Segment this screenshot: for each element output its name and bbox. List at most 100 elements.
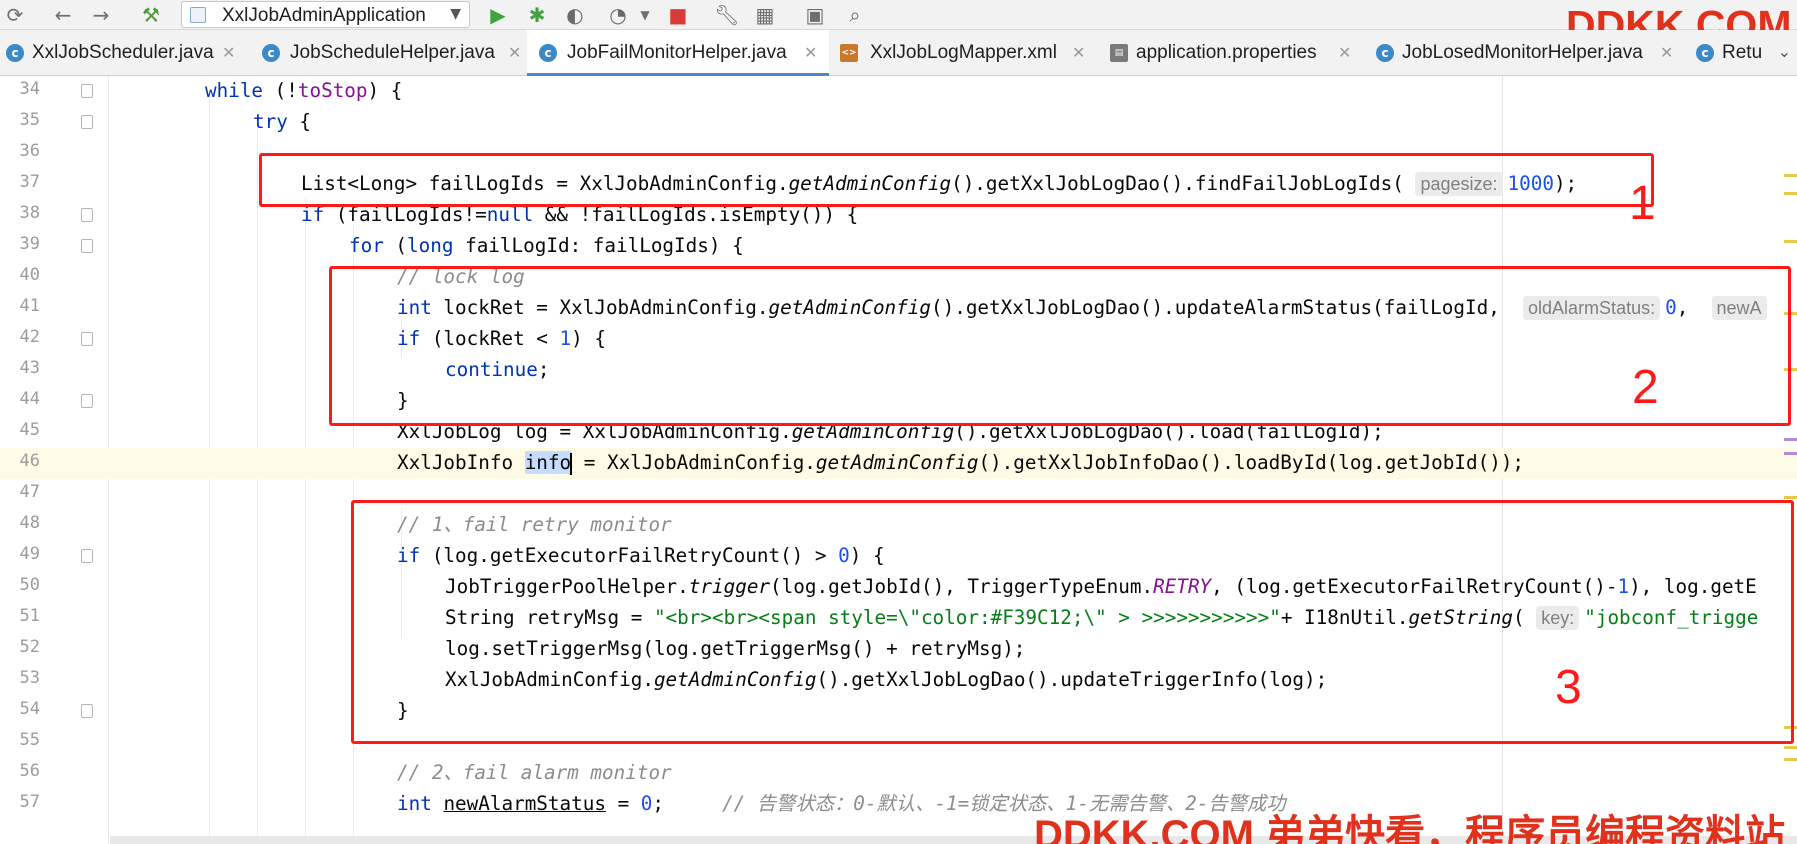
line-number: 41 — [19, 296, 40, 316]
annotation-number-1: 1 — [1629, 177, 1656, 230]
tab-application-properties[interactable]: ▤ application.properties ✕ — [1108, 30, 1364, 75]
code-text: XxlJobInfo info = XxlJobAdminConfig.getA… — [397, 451, 1525, 475]
watermark-bottom: DDKK.COM 弟弟快看，程序员编程资料站 — [1034, 813, 1786, 844]
annotation-number-3: 3 — [1555, 661, 1582, 714]
tab-label: XxlJobScheduler.java — [32, 42, 214, 63]
line-number: 47 — [19, 482, 40, 502]
tab-label: JobScheduleHelper.java — [290, 42, 495, 63]
code-line: 56 // 2、fail alarm monitor — [0, 758, 1797, 789]
close-icon[interactable]: ✕ — [508, 43, 521, 62]
stripe-mark[interactable] — [1784, 746, 1797, 749]
application-icon — [190, 7, 206, 23]
profile-icon[interactable]: ◔ — [605, 3, 631, 27]
tab-jobschedulehelper[interactable]: c JobScheduleHelper.java ✕ — [256, 30, 521, 75]
code-text: try { — [253, 110, 312, 133]
line-number: 46 — [19, 451, 40, 471]
fold-marker-icon[interactable] — [81, 549, 93, 563]
tab-jobfailmonitorhelper[interactable]: c JobFailMonitorHelper.java ✕ — [527, 30, 829, 76]
line-number: 54 — [19, 699, 40, 719]
code-comment: // 2、fail alarm monitor — [397, 761, 672, 784]
line-number: 34 — [19, 79, 40, 99]
project-structure-icon[interactable]: ▦ — [752, 3, 778, 27]
code-text: while (!toStop) { — [205, 79, 403, 102]
search-icon[interactable]: ⌕ — [842, 3, 868, 27]
line-number: 39 — [19, 234, 40, 254]
class-icon: c — [262, 44, 280, 62]
line-number: 56 — [19, 761, 40, 781]
class-icon: c — [6, 44, 24, 62]
properties-icon: ▤ — [1110, 44, 1128, 62]
settings-wrench-icon[interactable]: 🔧︎ — [714, 3, 740, 27]
close-icon[interactable]: ✕ — [222, 43, 235, 62]
line-number: 52 — [19, 637, 40, 657]
build-hammer-icon[interactable]: ⚒ — [138, 3, 164, 27]
annotation-box-2 — [329, 266, 1791, 426]
line-number: 35 — [19, 110, 40, 130]
stripe-mark[interactable] — [1784, 174, 1797, 177]
fold-marker-icon[interactable] — [81, 704, 93, 718]
line-number: 50 — [19, 575, 40, 595]
line-number: 44 — [19, 389, 40, 409]
close-icon[interactable]: ✕ — [1660, 43, 1673, 62]
line-number: 40 — [19, 265, 40, 285]
close-icon[interactable]: ✕ — [1072, 43, 1085, 62]
stripe-mark[interactable] — [1784, 438, 1797, 441]
editor-tab-bar: c XxlJobScheduler.java ✕ c JobScheduleHe… — [0, 30, 1797, 76]
tab-label: JobLosedMonitorHelper.java — [1402, 42, 1643, 63]
code-line: 35 try { — [0, 107, 1797, 138]
tab-xxljobscheduler[interactable]: c XxlJobScheduler.java ✕ — [0, 30, 242, 75]
sync-icon[interactable]: ⟳ — [2, 3, 28, 27]
code-line: 39 for (long failLogId: failLogIds) { — [0, 231, 1797, 262]
class-icon: c — [1376, 44, 1394, 62]
close-icon[interactable]: ✕ — [804, 43, 817, 62]
run-icon[interactable]: ▶ — [485, 3, 511, 27]
back-arrow-icon[interactable]: ← — [50, 3, 76, 27]
class-icon: c — [539, 44, 557, 62]
forward-arrow-icon[interactable]: → — [88, 3, 114, 27]
annotation-box-1 — [259, 153, 1654, 207]
run-configuration-label: XxlJobAdminApplication — [222, 5, 426, 26]
fold-marker-icon[interactable] — [81, 239, 93, 253]
tab-xxljoblogmapper[interactable]: <> XxlJobLogMapper.xml ✕ — [838, 30, 1090, 75]
line-number: 42 — [19, 327, 40, 347]
stripe-mark[interactable] — [1784, 758, 1797, 761]
line-number: 37 — [19, 172, 40, 192]
stripe-mark[interactable] — [1784, 192, 1797, 195]
line-number: 51 — [19, 606, 40, 626]
code-line: 34 while (!toStop) { — [0, 76, 1797, 107]
fold-marker-icon[interactable] — [81, 208, 93, 222]
chevron-down-icon[interactable]: ▼ — [632, 3, 658, 27]
fold-marker-icon[interactable] — [81, 394, 93, 408]
tab-label: application.properties — [1136, 42, 1317, 63]
annotation-number-2: 2 — [1632, 361, 1659, 414]
code-line-current: 46 XxlJobInfo info = XxlJobAdminConfig.g… — [0, 448, 1797, 479]
close-icon[interactable]: ✕ — [1338, 43, 1351, 62]
stripe-mark[interactable] — [1784, 240, 1797, 243]
chevron-down-icon[interactable]: ⌄ — [1778, 42, 1791, 61]
terminal-icon[interactable]: ▣ — [802, 3, 828, 27]
tab-label: Retu — [1722, 42, 1763, 63]
stop-icon[interactable]: ■ — [665, 3, 691, 27]
line-number: 43 — [19, 358, 40, 378]
tab-joblosedmonitorhelper[interactable]: c JobLosedMonitorHelper.java ✕ — [1370, 30, 1673, 75]
class-icon: c — [1696, 44, 1714, 62]
line-number: 45 — [19, 420, 40, 440]
run-configuration-selector[interactable]: XxlJobAdminApplication ▼ — [181, 1, 470, 28]
code-text: for (long failLogId: failLogIds) { — [349, 234, 744, 257]
line-number: 38 — [19, 203, 40, 223]
debug-icon[interactable]: ✱ — [524, 3, 550, 27]
line-number: 48 — [19, 513, 40, 533]
tab-label: JobFailMonitorHelper.java — [567, 42, 787, 63]
line-number: 57 — [19, 792, 40, 812]
fold-marker-icon[interactable] — [81, 115, 93, 129]
fold-marker-icon[interactable] — [81, 332, 93, 346]
stripe-mark[interactable] — [1784, 452, 1797, 455]
stripe-mark[interactable] — [1784, 496, 1797, 499]
coverage-icon[interactable]: ◐ — [562, 3, 588, 27]
main-toolbar: ⟳ ← → ⚒ XxlJobAdminApplication ▼ ▶ ✱ ◐ ◔… — [0, 0, 1797, 48]
line-number: 55 — [19, 730, 40, 750]
fold-marker-icon[interactable] — [81, 84, 93, 98]
xml-icon: <> — [840, 44, 858, 62]
chevron-down-icon: ▼ — [450, 6, 461, 22]
tab-retu[interactable]: c Retu — [1690, 30, 1770, 75]
